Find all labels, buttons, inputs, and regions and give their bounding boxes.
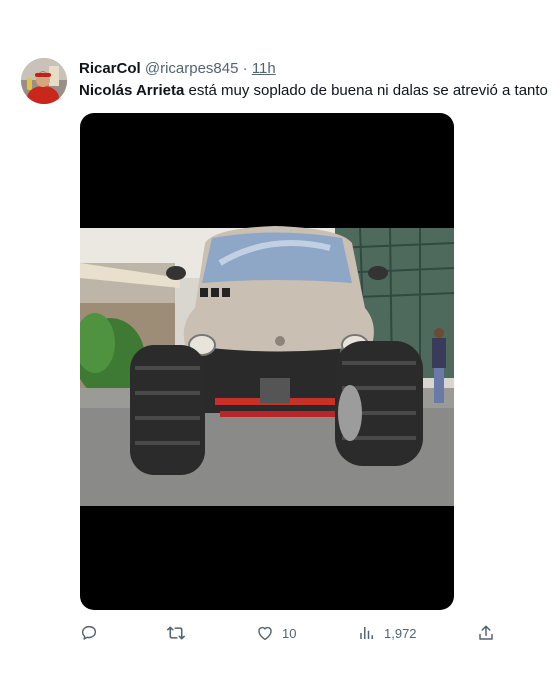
avatar[interactable]: [21, 58, 67, 104]
like-count: 10: [282, 625, 297, 641]
views-button[interactable]: 1,972: [358, 622, 417, 644]
photo-lifted-car: [80, 226, 454, 506]
views-count: 1,972: [384, 625, 417, 641]
heart-icon: [258, 626, 272, 641]
share-button[interactable]: [477, 622, 495, 644]
tweet-mention: Nicolás Arrieta: [79, 82, 185, 99]
separator-dot: ·: [242, 60, 248, 77]
tweet-media[interactable]: [80, 113, 454, 610]
reply-button[interactable]: [80, 622, 106, 644]
display-name[interactable]: RicarCol: [79, 60, 141, 77]
retweet-icon: [167, 626, 185, 640]
action-bar: 10 1,972: [0, 622, 560, 646]
timestamp[interactable]: 11h: [252, 60, 276, 77]
tweet-header: RicarCol @ricarpes845 · 11h: [79, 60, 276, 78]
tweet-text: Nicolás Arrieta está muy soplado de buen…: [79, 82, 548, 100]
reply-icon: [81, 625, 97, 640]
tweet-body: está muy soplado de buena ni dalas se at…: [184, 82, 548, 99]
retweet-button[interactable]: [166, 622, 194, 644]
user-handle[interactable]: @ricarpes845: [145, 60, 239, 77]
like-button[interactable]: 10: [256, 622, 296, 644]
avatar-image: [21, 58, 67, 104]
share-icon: [479, 625, 493, 640]
tweet: RicarCol @ricarpes845 · 11h Nicolás Arri…: [0, 0, 560, 700]
views-chart-icon: [360, 627, 373, 639]
